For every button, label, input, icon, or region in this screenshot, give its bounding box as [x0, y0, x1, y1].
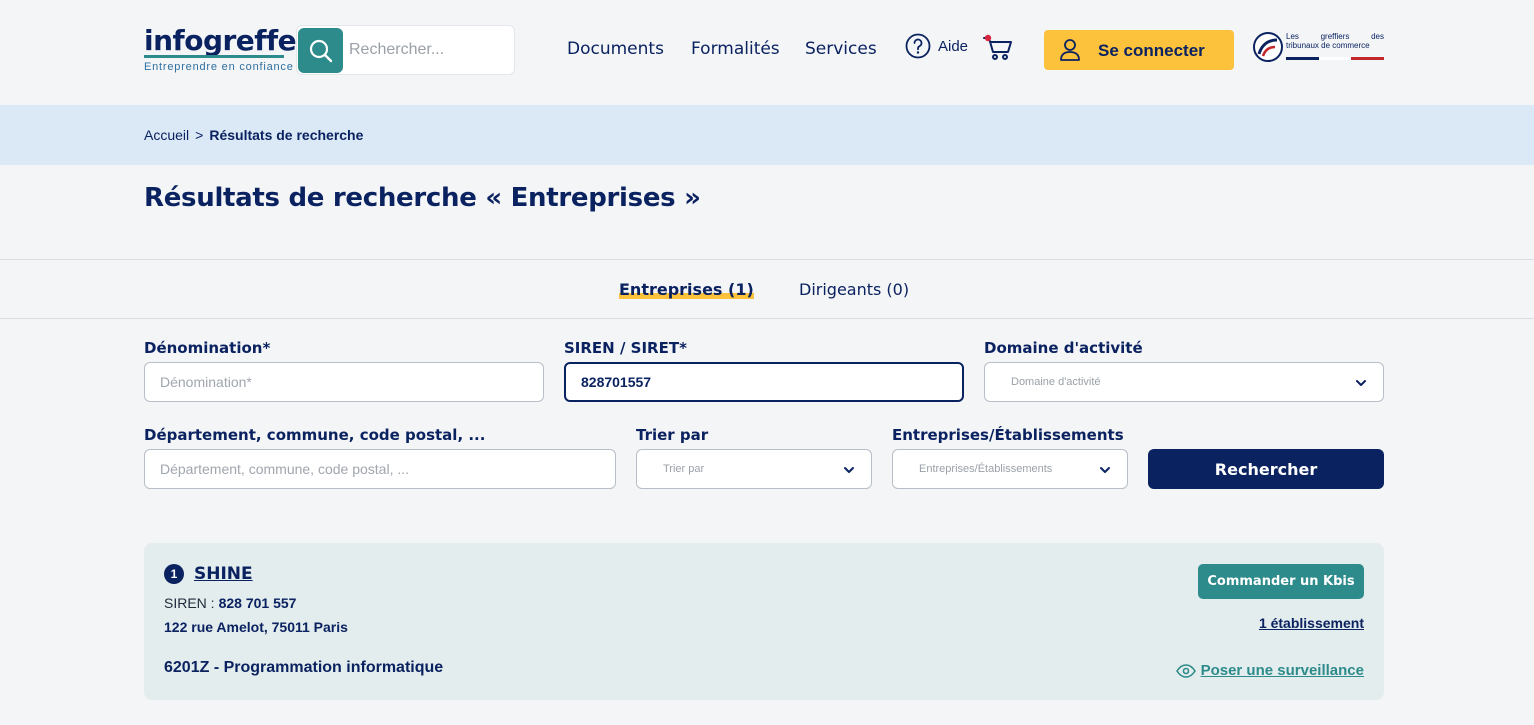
breadcrumb: Accueil > Résultats de recherche [144, 127, 363, 143]
siren-input[interactable] [564, 362, 964, 402]
search-icon [309, 39, 332, 62]
type-label: Entreprises/Établissements [892, 426, 1124, 444]
search-submit-button[interactable]: Rechercher [1148, 449, 1384, 489]
logo-tagline: Entreprendre en confiance [144, 61, 294, 73]
result-address: 122 rue Amelot, 75011 Paris [164, 619, 348, 635]
domaine-select[interactable]: Domaine d'activité [984, 362, 1384, 402]
results-tabs: Entreprises (1) Dirigeants (0) [0, 259, 1534, 319]
site-header: infogreffe Entreprendre en confiance Doc… [0, 0, 1534, 105]
domaine-select-placeholder: Domaine d'activité [1011, 376, 1101, 388]
login-button[interactable]: Se connecter [1044, 30, 1234, 70]
etablissements-link[interactable]: 1 établissement [1259, 615, 1364, 631]
denomination-label: Dénomination* [144, 339, 271, 357]
greffiers-word-2: greffiers [1320, 32, 1350, 41]
result-rank-badge: 1 [164, 564, 184, 584]
breadcrumb-separator: > [195, 127, 204, 143]
tab-dirigeants[interactable]: Dirigeants (0) [799, 280, 909, 299]
greffiers-word-1: Les [1286, 32, 1299, 41]
infogreffe-logo[interactable]: infogreffe Entreprendre en confiance [144, 24, 297, 73]
header-search [296, 25, 515, 75]
sort-select[interactable]: Trier par [636, 449, 872, 489]
greffiers-word-3: des [1371, 32, 1384, 41]
breadcrumb-current: Résultats de recherche [209, 127, 364, 143]
eye-icon [1175, 663, 1196, 678]
chevron-down-icon [1356, 380, 1366, 386]
company-name-link[interactable]: SHINE [194, 564, 253, 584]
chevron-down-icon [844, 467, 854, 473]
sort-label: Trier par [636, 426, 709, 444]
result-siren-value: 828 701 557 [218, 595, 297, 611]
help-icon[interactable] [905, 33, 931, 59]
header-search-input[interactable] [349, 38, 507, 62]
logo-underline [144, 55, 284, 58]
type-select-placeholder: Entreprises/Établissements [919, 463, 1053, 475]
user-icon [1060, 39, 1080, 61]
result-activity: 6201Z - Programmation informatique [164, 659, 444, 676]
nav-formalites[interactable]: Formalités [691, 39, 780, 59]
result-siren-label: SIREN : [164, 595, 215, 611]
breadcrumb-band: Accueil > Résultats de recherche [0, 105, 1534, 165]
sort-select-placeholder: Trier par [663, 463, 705, 475]
type-select[interactable]: Entreprises/Établissements [892, 449, 1128, 489]
chevron-down-icon [1100, 467, 1110, 473]
greffiers-line-2: tribunaux de commerce [1286, 41, 1370, 50]
greffiers-logo-text: Les greffiers des tribunaux de commerce [1286, 32, 1384, 50]
order-kbis-button[interactable]: Commander un Kbis [1198, 564, 1364, 599]
logo-wordmark: infogreffe [144, 24, 297, 57]
surveillance-label: Poser une surveillance [1200, 662, 1364, 679]
help-label[interactable]: Aide [938, 38, 968, 55]
siren-label: SIREN / SIRET* [564, 339, 687, 357]
search-button[interactable] [298, 28, 343, 73]
denomination-input[interactable] [144, 362, 544, 402]
location-input[interactable] [144, 449, 616, 489]
cart-icon[interactable] [982, 32, 1014, 62]
greffiers-logo[interactable]: Les greffiers des tribunaux de commerce [1253, 30, 1385, 62]
breadcrumb-home[interactable]: Accueil [144, 127, 189, 143]
greffiers-tricolor-bar [1286, 57, 1385, 60]
tab-entreprises[interactable]: Entreprises (1) [619, 280, 754, 299]
login-label: Se connecter [1098, 41, 1205, 60]
result-siren: SIREN :828 701 557 [164, 595, 296, 611]
surveillance-link[interactable]: Poser une surveillance [1175, 662, 1364, 679]
nav-documents[interactable]: Documents [567, 39, 664, 59]
page-title: Résultats de recherche « Entreprises » [144, 183, 701, 213]
nav-services[interactable]: Services [805, 39, 877, 59]
greffiers-emblem-icon [1253, 32, 1283, 62]
domaine-label: Domaine d'activité [984, 339, 1143, 357]
result-card: 1 SHINE SIREN :828 701 557 122 rue Amelo… [144, 543, 1384, 700]
location-label: Département, commune, code postal, ... [144, 426, 486, 444]
